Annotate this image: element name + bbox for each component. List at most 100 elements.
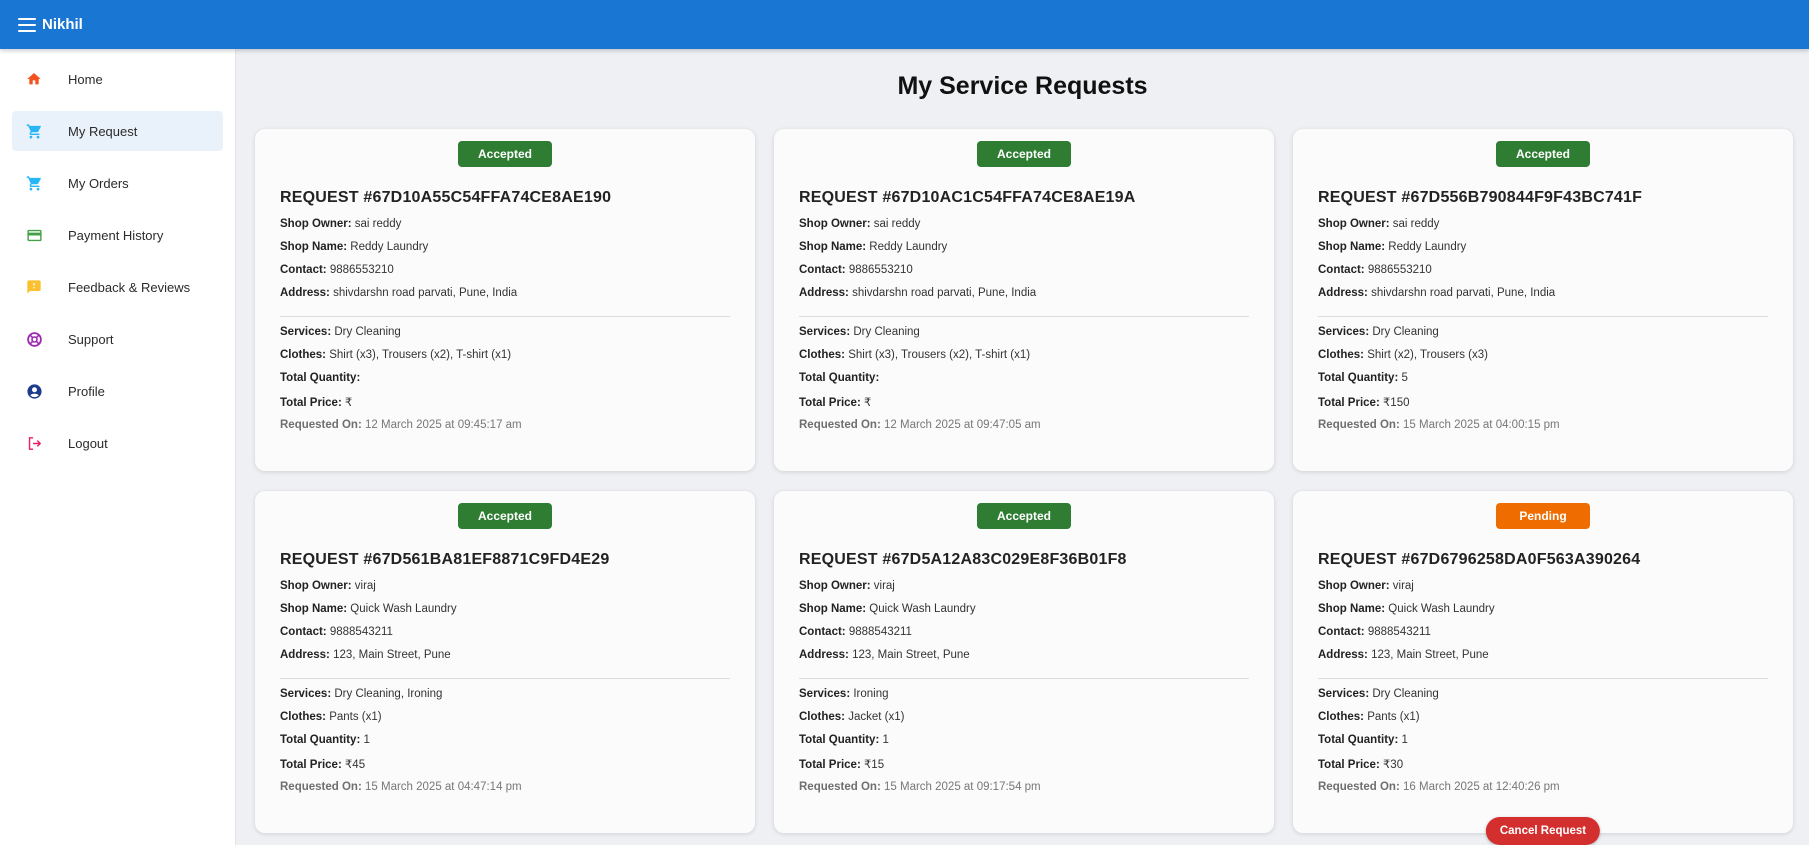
requested-on-label: Requested On: <box>799 781 881 793</box>
services-row: Services: Ironing <box>799 688 1249 702</box>
request-title: REQUEST #67D6796258DA0F563A390264 <box>1318 551 1641 568</box>
address-label: Address: <box>280 649 330 661</box>
total-price-row: Total Price: ₹ <box>799 395 1249 409</box>
shop-owner-row: Shop Owner: viraj <box>280 580 730 594</box>
clothes-row: Clothes: Pants (x1) <box>280 711 730 725</box>
contact-value: 9886553210 <box>1367 264 1432 276</box>
sidebar-item-home[interactable]: Home <box>12 59 223 99</box>
requested-on-value: 15 March 2025 at 04:47:14 pm <box>365 781 522 793</box>
address-value: 123, Main Street, Pune <box>1371 649 1489 661</box>
request-card: Accepted REQUEST #67D5A12A83C029E8F36B01… <box>774 491 1274 833</box>
status-badge: Accepted <box>977 503 1071 529</box>
address-row: Address: 123, Main Street, Pune <box>799 649 1249 663</box>
request-title: REQUEST #67D556B790844F9F43BC741F <box>1318 189 1643 206</box>
address-label: Address: <box>1318 287 1368 299</box>
shop-name-row: Shop Name: Reddy Laundry <box>280 241 730 255</box>
shop-name-row: Shop Name: Quick Wash Laundry <box>1318 603 1768 617</box>
hamburger-menu-icon[interactable] <box>18 17 36 32</box>
address-row: Address: shivdarshn road parvati, Pune, … <box>1318 287 1768 301</box>
requested-on-value: 15 March 2025 at 04:00:15 pm <box>1403 419 1560 431</box>
sidebar-item-my-request[interactable]: My Request <box>12 111 223 151</box>
status-badge: Accepted <box>977 141 1071 167</box>
shop-name-label: Shop Name: <box>799 603 867 615</box>
status-badge: Accepted <box>458 141 552 167</box>
address-label: Address: <box>1318 649 1368 661</box>
total-price-value: ₹150 <box>1382 397 1410 409</box>
total-price-value: ₹ <box>344 397 353 409</box>
services-row: Services: Dry Cleaning <box>799 326 1249 340</box>
services-label: Services: <box>1318 688 1370 700</box>
total-quantity-label: Total Quantity: <box>1318 734 1399 746</box>
contact-value: 9886553210 <box>329 264 394 276</box>
sidebar-item-logout[interactable]: Logout <box>12 423 223 463</box>
sidebar-item-support[interactable]: Support <box>12 319 223 359</box>
contact-label: Contact: <box>280 264 327 276</box>
clothes-value: Pants (x1) <box>329 711 382 723</box>
services-value: Dry Cleaning <box>334 326 401 338</box>
total-price-label: Total Price: <box>280 759 342 771</box>
address-row: Address: shivdarshn road parvati, Pune, … <box>280 287 730 301</box>
clothes-label: Clothes: <box>1318 711 1364 723</box>
request-title: REQUEST #67D10A55C54FFA74CE8AE190 <box>280 189 612 206</box>
total-price-label: Total Price: <box>799 397 861 409</box>
shop-name-label: Shop Name: <box>799 241 867 253</box>
services-value: Dry Cleaning <box>853 326 920 338</box>
divider <box>280 316 730 317</box>
shop-name-label: Shop Name: <box>280 603 348 615</box>
contact-row: Contact: 9886553210 <box>280 264 730 278</box>
shop-owner-value: sai reddy <box>354 218 402 230</box>
clothes-value: Shirt (x3), Trousers (x2), T-shirt (x1) <box>329 349 512 361</box>
cancel-request-button[interactable]: Cancel Request <box>1485 817 1601 845</box>
clothes-label: Clothes: <box>280 349 326 361</box>
shop-owner-label: Shop Owner: <box>1318 580 1390 592</box>
requested-on-row: Requested On: 12 March 2025 at 09:47:05 … <box>799 419 1249 431</box>
total-quantity-value: 5 <box>1401 372 1408 384</box>
contact-label: Contact: <box>280 626 327 638</box>
app-title: Nikhil <box>42 16 83 33</box>
address-label: Address: <box>280 287 330 299</box>
contact-value: 9888543211 <box>329 626 393 638</box>
sidebar-item-profile[interactable]: Profile <box>12 371 223 411</box>
cart-icon <box>12 175 56 192</box>
address-value: shivdarshn road parvati, Pune, India <box>1371 287 1556 299</box>
sidebar-item-feedback-reviews[interactable]: Feedback & Reviews <box>12 267 223 307</box>
sidebar-item-payment-history[interactable]: Payment History <box>12 215 223 255</box>
clothes-row: Clothes: Jacket (x1) <box>799 711 1249 725</box>
services-row: Services: Dry Cleaning <box>1318 688 1768 702</box>
request-grid: Accepted REQUEST #67D10A55C54FFA74CE8AE1… <box>255 129 1793 845</box>
sidebar-item-label: Profile <box>68 383 105 399</box>
services-label: Services: <box>280 688 332 700</box>
shop-name-label: Shop Name: <box>1318 241 1386 253</box>
total-price-value: ₹45 <box>344 759 366 771</box>
sidebar-item-label: Feedback & Reviews <box>68 279 191 295</box>
shop-name-value: Reddy Laundry <box>869 241 948 253</box>
shop-owner-row: Shop Owner: sai reddy <box>1318 218 1768 232</box>
services-row: Services: Dry Cleaning, Ironing <box>280 688 730 702</box>
status-badge: Accepted <box>1496 141 1590 167</box>
contact-value: 9886553210 <box>848 264 913 276</box>
requested-on-row: Requested On: 15 March 2025 at 09:17:54 … <box>799 781 1249 793</box>
shop-owner-label: Shop Owner: <box>799 218 871 230</box>
address-value: shivdarshn road parvati, Pune, India <box>852 287 1037 299</box>
page-title: My Service Requests <box>897 72 1148 100</box>
sidebar-item-label: Home <box>68 71 103 87</box>
requested-on-label: Requested On: <box>280 419 362 431</box>
shop-name-value: Reddy Laundry <box>350 241 429 253</box>
contact-label: Contact: <box>799 626 846 638</box>
divider <box>799 316 1249 317</box>
requested-on-row: Requested On: 15 March 2025 at 04:47:14 … <box>280 781 730 793</box>
total-quantity-row: Total Quantity: 1 <box>280 734 730 748</box>
shop-owner-value: sai reddy <box>1392 218 1440 230</box>
feedback-icon <box>12 279 56 295</box>
shop-owner-label: Shop Owner: <box>280 218 352 230</box>
sidebar-item-label: My Orders <box>68 175 129 191</box>
contact-row: Contact: 9888543211 <box>280 626 730 640</box>
account-circle-icon <box>12 383 56 400</box>
address-value: 123, Main Street, Pune <box>852 649 970 661</box>
sidebar-item-my-orders[interactable]: My Orders <box>12 163 223 203</box>
shop-owner-value: sai reddy <box>873 218 921 230</box>
requested-on-value: 16 March 2025 at 12:40:26 pm <box>1403 781 1560 793</box>
shop-owner-value: viraj <box>873 580 895 592</box>
total-price-value: ₹15 <box>863 759 885 771</box>
services-row: Services: Dry Cleaning <box>280 326 730 340</box>
